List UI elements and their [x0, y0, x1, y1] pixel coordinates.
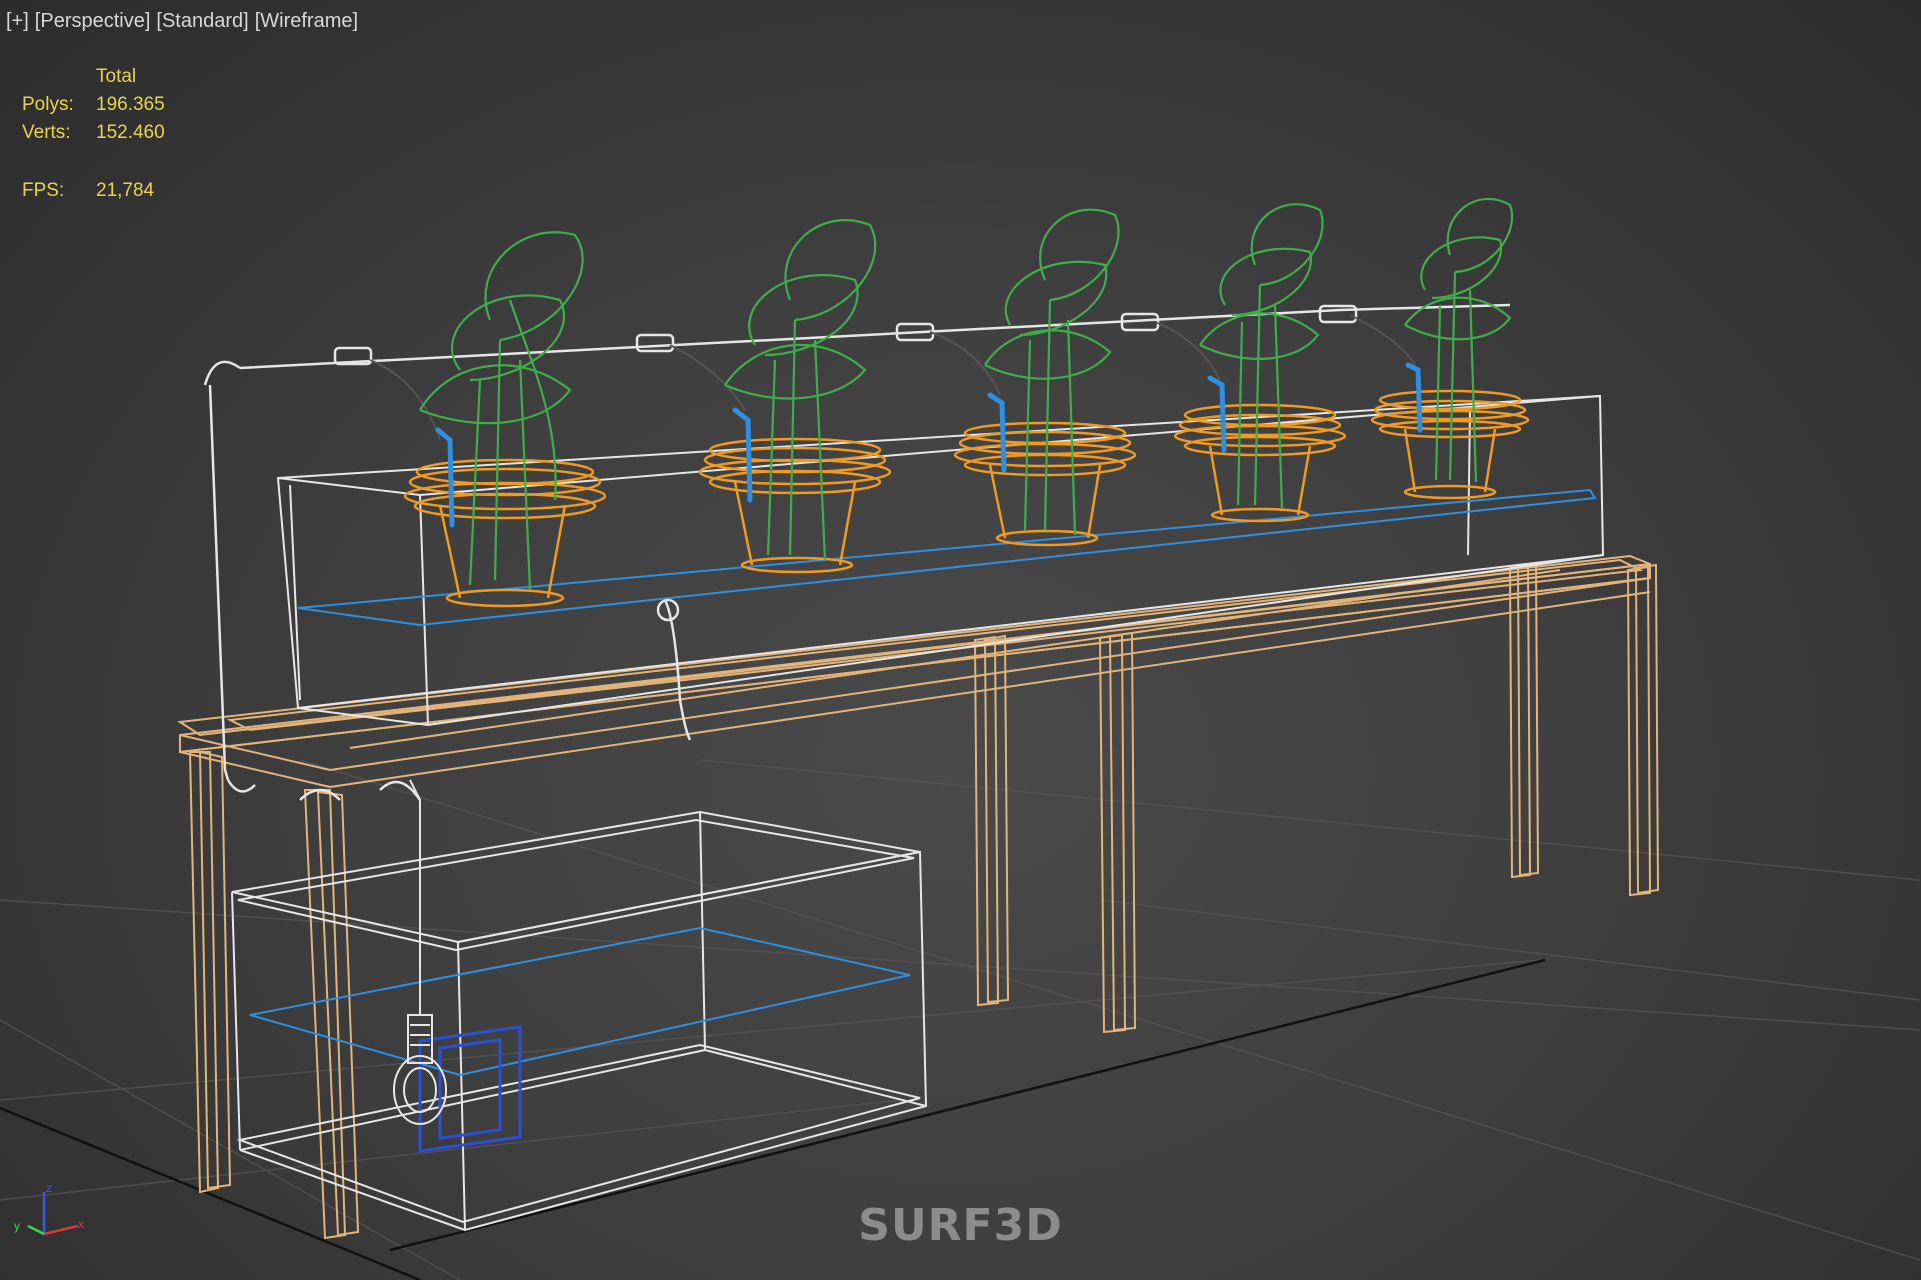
plant-5 — [1404, 198, 1513, 483]
viewport-plus-menu[interactable]: [+] — [6, 10, 29, 33]
plant-pots[interactable] — [403, 389, 1530, 608]
viewport-shading-menu[interactable]: [Standard] — [156, 10, 248, 33]
fps-label: FPS: — [22, 180, 65, 201]
polys-label: Polys: — [22, 94, 74, 115]
viewport-label-bar: [+] [Perspective] [Standard] [Wireframe] — [6, 10, 358, 33]
viewport-canvas[interactable] — [0, 0, 1921, 1280]
fps-value: 21,784 — [96, 180, 155, 201]
plant-4 — [1199, 203, 1324, 509]
verts-label: Verts: — [22, 122, 71, 143]
reservoir-wireframe[interactable] — [231, 810, 928, 1232]
watermark-logo: SURF3D — [858, 1200, 1063, 1251]
gizmo-z-label: z — [46, 1181, 52, 1195]
viewport-view-menu[interactable]: [Perspective] — [35, 10, 151, 33]
verts-value: 152.460 — [96, 122, 165, 143]
plant-2 — [724, 219, 877, 561]
polys-value: 196.365 — [96, 94, 165, 115]
plants[interactable] — [419, 198, 1513, 591]
viewport-display-menu[interactable]: [Wireframe] — [255, 10, 358, 33]
table-wireframe[interactable] — [177, 554, 1660, 1240]
stats-header: Total — [96, 66, 137, 87]
pot-4 — [1173, 403, 1347, 523]
plant-3 — [984, 208, 1120, 536]
